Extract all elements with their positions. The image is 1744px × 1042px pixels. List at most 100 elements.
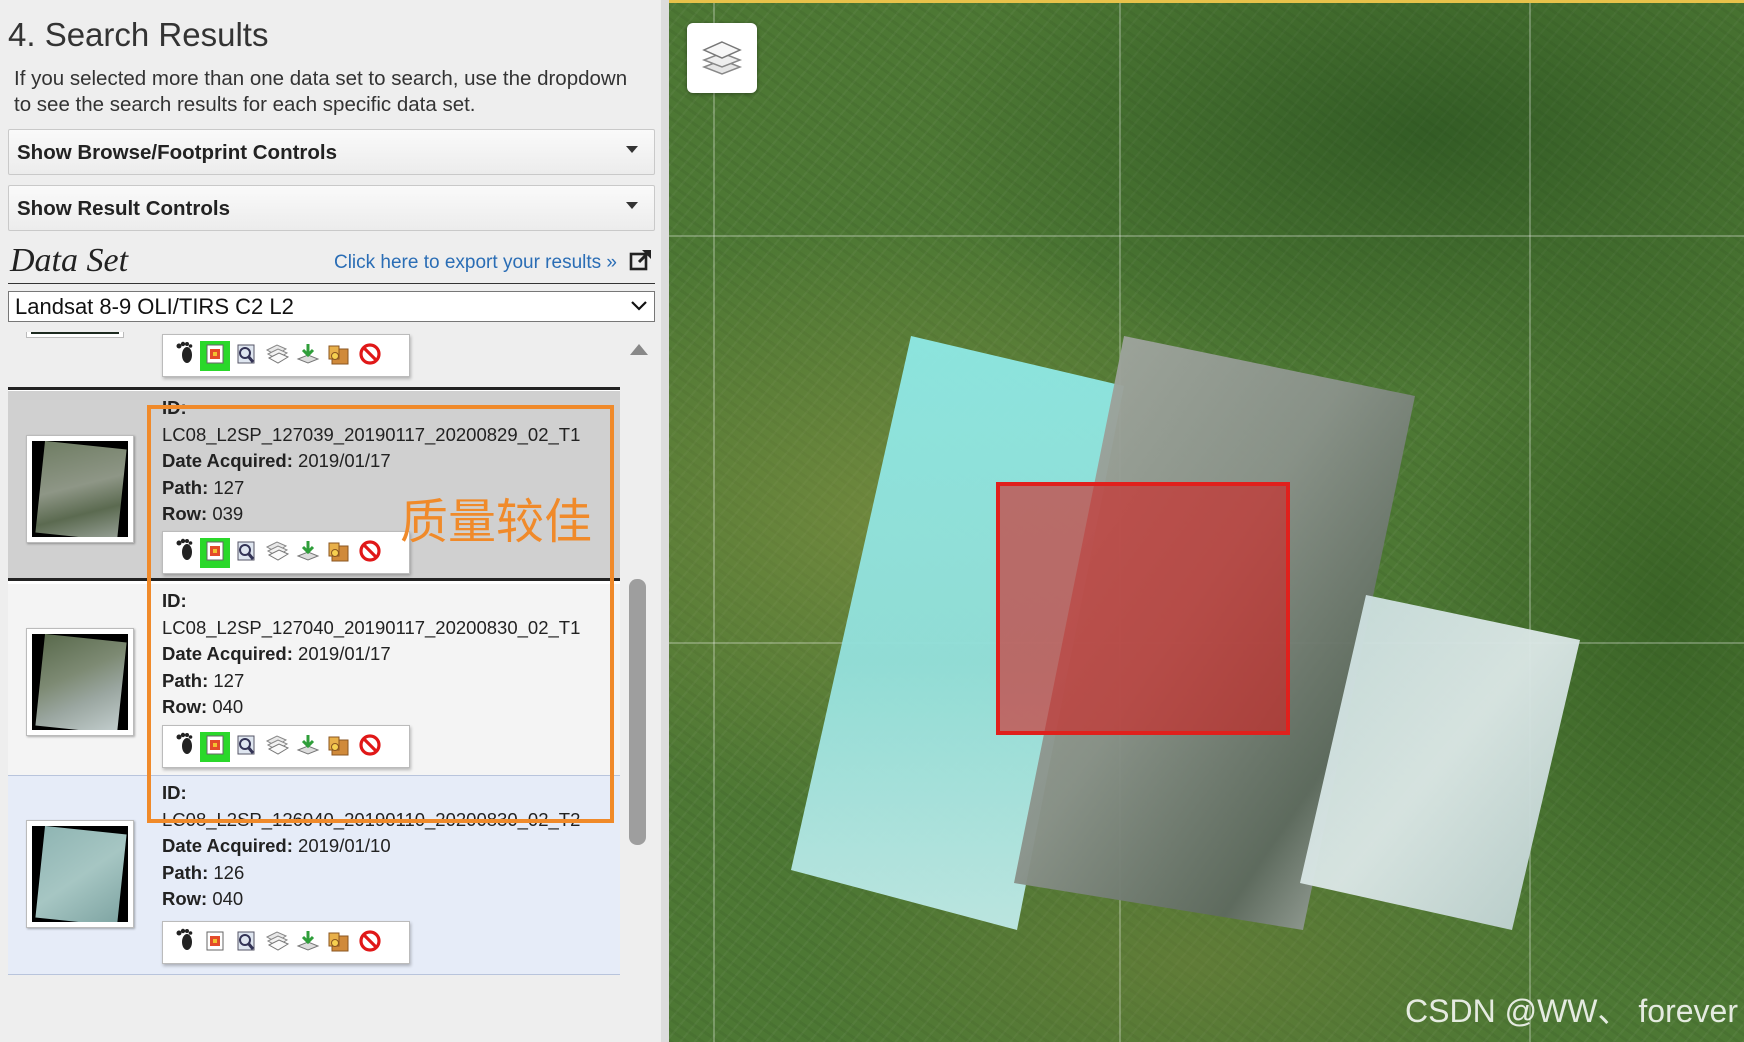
id-label: ID: [162, 782, 187, 803]
footprint-button[interactable] [169, 732, 199, 762]
compare-button[interactable] [262, 928, 292, 958]
download-icon [295, 342, 321, 371]
overlay-button[interactable] [200, 341, 230, 371]
date-acquired: 2019/01/17 [298, 450, 391, 472]
order-icon [326, 929, 352, 958]
result-controls-toggle[interactable]: Show Result Controls [8, 185, 655, 231]
compare-icon [264, 539, 290, 568]
order-button[interactable] [324, 538, 354, 568]
order-icon [326, 733, 352, 762]
exclude-button[interactable] [355, 341, 385, 371]
row-label: Row: [162, 503, 208, 525]
area-of-interest-polygon[interactable] [996, 482, 1290, 735]
exclude-button[interactable] [355, 538, 385, 568]
date-acquired: 2019/01/10 [298, 835, 391, 857]
map-scene [669, 3, 1744, 1042]
dataset-title: Data Set [10, 242, 129, 279]
metadata-icon [234, 929, 258, 958]
results-scrollbar[interactable] [621, 332, 655, 1042]
layers-button[interactable] [687, 23, 757, 93]
footprint-icon [172, 538, 196, 569]
result-item[interactable]: ID: LC08_L2SP_126040_20190110_20200830_0… [8, 775, 620, 975]
panel-divider[interactable] [661, 0, 669, 1042]
browse-controls-label: Show Browse/Footprint Controls [17, 141, 338, 164]
scroll-up-arrow-icon[interactable] [630, 344, 648, 355]
overlay-button[interactable] [200, 538, 230, 568]
caret-down-icon [626, 146, 638, 153]
overlay-icon [204, 342, 226, 371]
overlay-icon [204, 539, 226, 568]
download-icon [295, 733, 321, 762]
result-thumbnail[interactable] [26, 332, 124, 338]
results-list: ID: LC08_L2SP_127039_20190117_20200829_0… [8, 332, 620, 1042]
watermark: CSDN @WW、 forever [1405, 993, 1738, 1029]
exclude-icon [358, 733, 382, 762]
path-value: 127 [213, 669, 245, 691]
order-button[interactable] [324, 928, 354, 958]
overlay-button[interactable] [200, 928, 230, 958]
metadata-button[interactable] [231, 928, 261, 958]
compare-button[interactable] [262, 538, 292, 568]
dataset-header: Data Set Click here to export your resul… [8, 238, 655, 284]
page-title: 4. Search Results [8, 16, 269, 53]
id-label: ID: [162, 397, 187, 418]
result-id: LC08_L2SP_126040_20190110_20200830_02_T2 [162, 808, 581, 830]
row-label: Row: [162, 888, 208, 910]
intro-text: If you selected more than one data set t… [14, 67, 628, 116]
external-link-icon[interactable] [629, 248, 653, 272]
result-metadata: ID: LC08_L2SP_127040_20190117_20200830_0… [162, 588, 580, 721]
order-button[interactable] [324, 732, 354, 762]
download-button[interactable] [293, 928, 323, 958]
compare-button[interactable] [262, 732, 292, 762]
metadata-button[interactable] [231, 732, 261, 762]
result-toolbar [162, 334, 410, 377]
dataset-selected-value: Landsat 8-9 OLI/TIRS C2 L2 [15, 294, 294, 319]
compare-icon [264, 929, 290, 958]
result-thumbnail[interactable] [26, 820, 134, 928]
result-item[interactable]: ID: LC08_L2SP_127040_20190117_20200830_0… [8, 584, 620, 775]
exclude-icon [358, 929, 382, 958]
date-label: Date Acquired: [162, 450, 293, 472]
row-label: Row: [162, 696, 208, 718]
dataset-select[interactable]: Landsat 8-9 OLI/TIRS C2 L2 [8, 291, 655, 322]
path-label: Path: [162, 669, 209, 691]
path-value: 127 [213, 476, 245, 498]
chevron-down-icon [631, 301, 647, 311]
scrollbar-thumb[interactable] [629, 579, 646, 845]
order-icon [326, 539, 352, 568]
result-toolbar [162, 921, 410, 964]
date-label: Date Acquired: [162, 643, 293, 665]
result-item-prev [8, 332, 620, 390]
map-view[interactable]: CSDN @WW、 forever [669, 0, 1744, 1042]
compare-button[interactable] [262, 341, 292, 371]
metadata-button[interactable] [231, 538, 261, 568]
footprint-button[interactable] [169, 928, 199, 958]
download-button[interactable] [293, 538, 323, 568]
search-results-panel: 4. Search Results If you selected more t… [0, 0, 661, 1042]
exclude-button[interactable] [355, 732, 385, 762]
order-button[interactable] [324, 341, 354, 371]
result-item-next [8, 975, 620, 1042]
footprint-icon [172, 928, 196, 959]
overlay-icon [204, 733, 226, 762]
result-thumbnail[interactable] [26, 435, 134, 543]
browse-footprint-controls-toggle[interactable]: Show Browse/Footprint Controls [8, 129, 655, 175]
layers-icon [701, 41, 743, 75]
export-results-link[interactable]: Click here to export your results » [334, 252, 617, 274]
download-icon [295, 539, 321, 568]
compare-icon [264, 733, 290, 762]
result-thumbnail[interactable] [26, 628, 134, 736]
metadata-button[interactable] [231, 341, 261, 371]
overlay-button[interactable] [200, 732, 230, 762]
footprint-button[interactable] [169, 341, 199, 371]
download-button[interactable] [293, 341, 323, 371]
footprint-button[interactable] [169, 538, 199, 568]
path-label: Path: [162, 476, 209, 498]
overlay-icon [204, 929, 226, 958]
exclude-button[interactable] [355, 928, 385, 958]
footprint-icon [172, 341, 196, 372]
result-id: LC08_L2SP_127040_20190117_20200830_02_T1 [162, 616, 581, 638]
download-button[interactable] [293, 732, 323, 762]
result-id: LC08_L2SP_127039_20190117_20200829_02_T1 [162, 423, 581, 445]
footprint-icon [172, 732, 196, 763]
